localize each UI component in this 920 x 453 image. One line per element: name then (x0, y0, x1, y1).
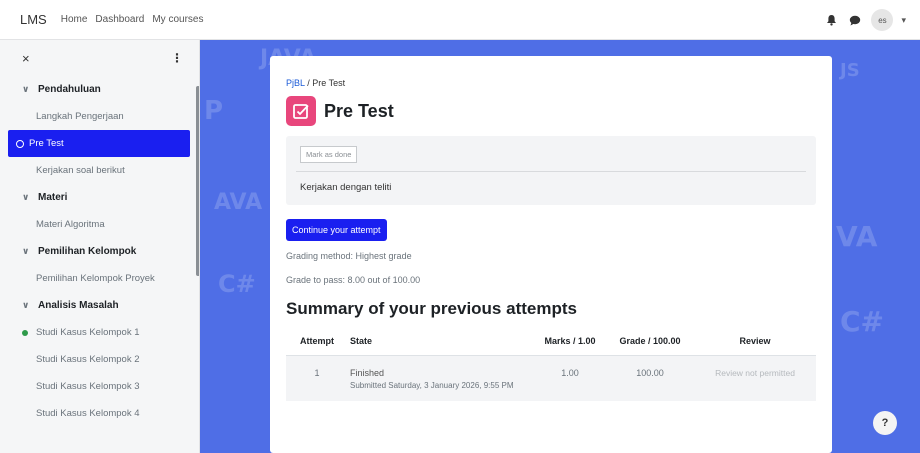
grade-to-pass-text: Grade to pass: 8.00 out of 100.00 (286, 275, 421, 285)
decorative-code-bubble: VA (836, 220, 878, 253)
decorative-code-bubble: C# (840, 305, 885, 338)
site-brand[interactable]: LMS (20, 12, 47, 27)
kebab-menu-icon[interactable]: ⋮ (171, 51, 183, 65)
section-label: Pendahuluan (38, 84, 101, 95)
table-row: 1 Finished Submitted Saturday, 3 January… (286, 355, 816, 401)
section-label: Analisis Masalah (38, 300, 119, 311)
attempts-summary-heading: Summary of your previous attempts (286, 299, 577, 318)
continue-attempt-button[interactable]: Continue your attempt (286, 219, 387, 241)
activity-info-box: Mark as done Kerjakan dengan teliti (286, 136, 816, 205)
sidebar-item-label: Pre Test (29, 138, 64, 149)
mark-as-done-button[interactable]: Mark as done (300, 146, 358, 163)
decorative-code-bubble: AVA (214, 190, 263, 215)
chevron-down-icon[interactable]: ∨ (22, 300, 34, 311)
user-controls: es ▾ (823, 9, 906, 31)
quiz-icon (286, 96, 316, 126)
course-index-drawer: × ⋮ ∨ Pendahuluan Langkah Pengerjaan Pre … (0, 40, 200, 453)
state-label: Finished (350, 367, 385, 378)
course-index-list: ∨ Pendahuluan Langkah Pengerjaan Pre Test… (0, 76, 199, 427)
sidebar-item[interactable]: Studi Kasus Kelompok 3 (0, 373, 199, 400)
attempts-table: Attempt State Marks / 1.00 Grade / 100.0… (286, 327, 816, 401)
page-header: Pre Test (286, 96, 816, 126)
section-analisis-masalah[interactable]: ∨ Analisis Masalah (0, 292, 199, 319)
decorative-code-bubble: C# (218, 270, 256, 298)
nav-dashboard-link[interactable]: Dashboard (95, 14, 144, 25)
section-pendahuluan[interactable]: ∨ Pendahuluan (0, 76, 199, 103)
divider (296, 171, 806, 172)
column-header-grade: Grade / 100.00 (606, 327, 694, 356)
completion-dot-icon (22, 329, 28, 336)
nav-home-link[interactable]: Home (61, 14, 88, 25)
sidebar-item-label: Studi Kasus Kelompok 1 (36, 327, 140, 338)
top-navbar: LMS Home Dashboard My courses es ▾ (0, 0, 920, 40)
breadcrumb-current: Pre Test (312, 78, 346, 88)
breadcrumb-separator: / (307, 78, 310, 88)
sidebar-item[interactable]: Studi Kasus Kelompok 2 (0, 346, 199, 373)
column-header-marks: Marks / 1.00 (534, 327, 606, 356)
section-pemilihan-kelompok[interactable]: ∨ Pemilihan Kelompok (0, 238, 199, 265)
breadcrumb-course-link[interactable]: PjBL (286, 78, 305, 88)
activity-description: Kerjakan dengan teliti (300, 182, 392, 193)
chevron-down-icon[interactable]: ∨ (22, 246, 34, 257)
sidebar-item-completed[interactable]: Studi Kasus Kelompok 1 (0, 319, 199, 346)
section-label: Pemilihan Kelompok (38, 246, 137, 257)
bell-icon[interactable] (823, 12, 839, 28)
drawer-header: × ⋮ (0, 40, 199, 76)
main-content-card: PjBL / Pre Test Pre Test Mark as done Ke… (270, 56, 832, 453)
submitted-timestamp: Submitted Saturday, 3 January 2026, 9:55… (350, 380, 514, 390)
sidebar-item[interactable]: Materi Algoritma (0, 211, 199, 238)
nav-my-courses-link[interactable]: My courses (152, 14, 203, 25)
attempt-review: Review not permitted (694, 355, 816, 401)
column-header-state: State (348, 327, 534, 356)
grading-method-text: Grading method: Highest grade (286, 251, 412, 261)
decorative-code-bubble: P (204, 96, 224, 126)
close-icon[interactable]: × (22, 51, 30, 66)
chevron-down-icon[interactable]: ▾ (901, 15, 906, 26)
decorative-code-bubble: JS (840, 60, 860, 81)
help-icon[interactable]: ? (873, 411, 897, 435)
attempt-number: 1 (286, 355, 348, 401)
chat-icon[interactable] (847, 12, 863, 28)
page-title: Pre Test (324, 100, 394, 121)
sidebar-item[interactable]: Studi Kasus Kelompok 4 (0, 400, 199, 427)
user-avatar[interactable]: es (871, 9, 894, 31)
table-header-row: Attempt State Marks / 1.00 Grade / 100.0… (286, 327, 816, 356)
review-status: Review not permitted (715, 367, 795, 378)
sidebar-item[interactable]: Langkah Pengerjaan (0, 103, 199, 130)
incomplete-circle-icon (16, 139, 24, 148)
section-label: Materi (38, 192, 68, 203)
breadcrumb: PjBL / Pre Test (286, 78, 816, 88)
column-header-attempt: Attempt (286, 327, 348, 356)
section-materi[interactable]: ∨ Materi (0, 184, 199, 211)
sidebar-item[interactable]: Kerjakan soal berikut (0, 157, 199, 184)
chevron-down-icon[interactable]: ∨ (22, 192, 34, 203)
attempt-state: Finished Submitted Saturday, 3 January 2… (348, 355, 534, 401)
sidebar-item[interactable]: Pemilihan Kelompok Proyek (0, 265, 199, 292)
attempt-grade: 100.00 (606, 355, 694, 401)
chevron-down-icon[interactable]: ∨ (22, 84, 34, 95)
sidebar-item-active[interactable]: Pre Test (8, 130, 190, 157)
column-header-review: Review (694, 327, 816, 356)
attempt-marks: 1.00 (534, 355, 606, 401)
